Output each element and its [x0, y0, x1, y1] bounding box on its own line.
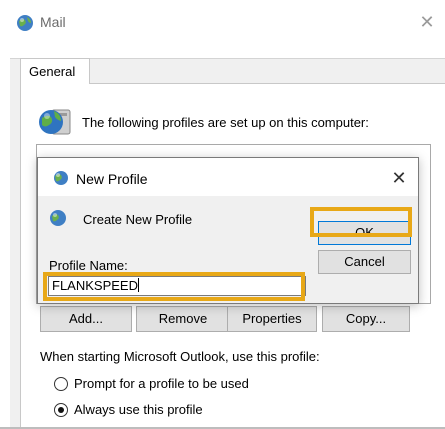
create-profile-heading: Create New Profile	[83, 212, 193, 227]
dialog-body: Create New Profile Profile Name: FLANKSP…	[38, 196, 418, 303]
profile-name-input[interactable]: FLANKSPEED	[48, 276, 306, 296]
profile-name-label: Profile Name:	[49, 258, 128, 273]
dialog-title: New Profile	[76, 171, 148, 187]
radio-button[interactable]	[54, 377, 68, 391]
dialog-titlebar: New Profile ✕	[38, 158, 418, 196]
properties-button[interactable]: Properties	[227, 306, 317, 332]
tab-general[interactable]: General	[20, 58, 90, 84]
new-profile-dialog: New Profile ✕ Create New Profile Profile…	[37, 157, 419, 304]
add-button[interactable]: Add...	[40, 306, 132, 332]
mail-globe-icon	[17, 15, 33, 31]
mail-title: Mail	[40, 14, 66, 30]
copy-button[interactable]: Copy...	[322, 306, 410, 332]
close-icon[interactable]: ✕	[388, 168, 410, 190]
mail-titlebar: Mail ✕	[0, 0, 445, 44]
cancel-button[interactable]: Cancel	[318, 250, 411, 274]
close-icon[interactable]: ✕	[417, 13, 437, 33]
radio-always-label: Always use this profile	[74, 402, 203, 417]
profiles-description: The following profiles are set up on thi…	[82, 115, 369, 130]
ok-button[interactable]: OK	[318, 221, 411, 245]
remove-button[interactable]: Remove	[136, 306, 230, 332]
radio-button-checked[interactable]	[54, 403, 68, 417]
startup-profile-label: When starting Microsoft Outlook, use thi…	[40, 349, 320, 364]
text-caret	[137, 278, 139, 292]
profile-name-value: FLANKSPEED	[52, 278, 138, 293]
profiles-globe-icon	[39, 109, 71, 135]
mail-globe-icon	[54, 171, 68, 185]
radio-prompt-label: Prompt for a profile to be used	[74, 376, 249, 391]
create-profile-icon	[50, 210, 66, 226]
